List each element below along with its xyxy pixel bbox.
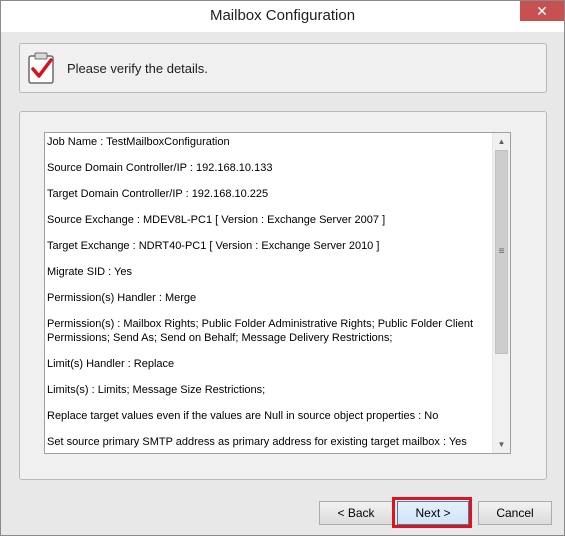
detail-target-exchange: Target Exchange : NDRT40-PC1 [ Version :… (47, 240, 380, 252)
detail-job-name: Job Name : TestMailboxConfiguration (47, 136, 230, 148)
clipboard-check-icon (28, 52, 54, 84)
detail-source-dc: Source Domain Controller/IP : 192.168.10… (47, 162, 273, 174)
detail-permission-handler: Permission(s) Handler : Merge (47, 292, 197, 304)
cancel-button[interactable]: Cancel (478, 501, 552, 525)
scroll-thumb[interactable]: ≡ (495, 150, 508, 354)
back-button[interactable]: < Back (319, 501, 393, 525)
vertical-scrollbar[interactable]: ▲ ≡ ▼ (492, 133, 510, 453)
grip-icon: ≡ (498, 246, 505, 257)
detail-source-exchange: Source Exchange : MDEV8L-PC1 [ Version :… (47, 214, 386, 226)
header-message: Please verify the details. (67, 61, 208, 76)
scroll-down-icon[interactable]: ▼ (493, 436, 510, 453)
detail-target-dc: Target Domain Controller/IP : 192.168.10… (47, 188, 269, 200)
close-button[interactable]: ✕ (520, 1, 564, 21)
window-title: Mailbox Configuration (209, 7, 356, 24)
mailbox-configuration-dialog: Mailbox Configuration ✕ Please verify th… (0, 0, 565, 536)
detail-limit-handler: Limit(s) Handler : Replace (47, 358, 175, 370)
detail-replace-null: Replace target values even if the values… (47, 410, 439, 422)
detail-permissions: Permission(s) : Mailbox Rights; Public F… (47, 318, 474, 344)
detail-limits: Limits(s) : Limits; Message Size Restric… (47, 384, 266, 396)
detail-primary-smtp: Set source primary SMTP address as prima… (47, 436, 467, 448)
next-button[interactable]: Next > (397, 501, 469, 525)
details-list: Job Name : TestMailboxConfiguration Sour… (45, 133, 492, 453)
content-panel: Job Name : TestMailboxConfiguration Sour… (19, 111, 547, 480)
title-bar: Mailbox Configuration ✕ (1, 1, 564, 32)
header-panel: Please verify the details. (19, 43, 547, 93)
details-textbox[interactable]: Job Name : TestMailboxConfiguration Sour… (44, 132, 511, 454)
scroll-up-icon[interactable]: ▲ (493, 133, 510, 150)
detail-migrate-sid: Migrate SID : Yes (47, 266, 132, 278)
